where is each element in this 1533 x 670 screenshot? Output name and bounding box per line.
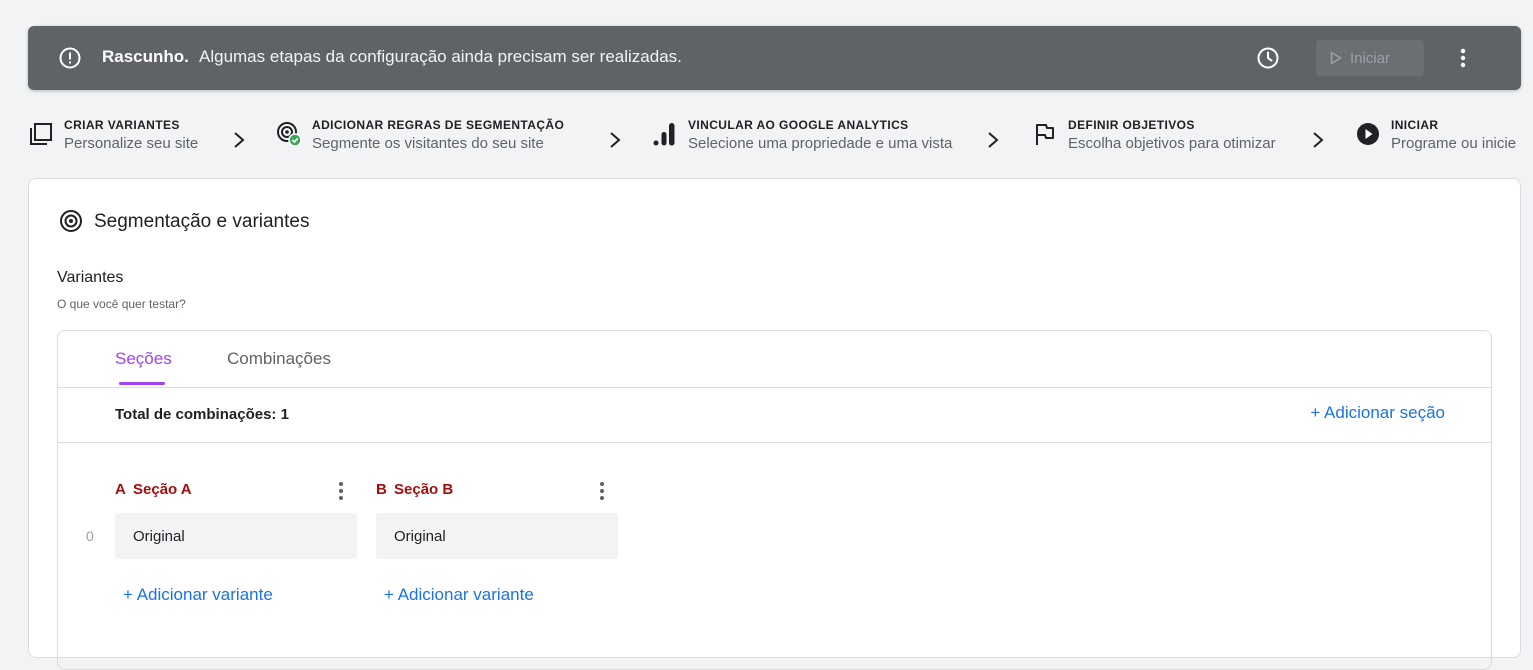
step-targeting-rules[interactable]: ADICIONAR REGRAS DE SEGMENTAÇÃO Segmente… [276, 118, 564, 152]
start-button-label: Iniciar [1350, 49, 1391, 67]
step-title: DEFINIR OBJETIVOS [1068, 118, 1195, 132]
banner-title: Rascunho. [102, 47, 189, 66]
variants-label: Variantes [57, 269, 124, 286]
start-button[interactable]: Iniciar [1316, 40, 1424, 76]
step-subtitle: Escolha objetivos para otimizar [1068, 135, 1276, 152]
step-create-variants[interactable]: CRIAR VARIANTES Personalize seu site [28, 118, 198, 152]
schedule-icon[interactable] [1256, 46, 1280, 70]
active-tab-indicator [119, 382, 165, 385]
section-name[interactable]: Seção B [394, 481, 453, 498]
card-title: Segmentação e variantes [94, 211, 310, 232]
target-check-icon [277, 122, 302, 147]
variant-cell[interactable]: Original [376, 513, 618, 559]
chevron-right-icon [1313, 132, 1324, 148]
step-define-goals[interactable]: DEFINIR OBJETIVOS Escolha objetivos para… [1032, 118, 1276, 152]
total-combinations: Total de combinações: 1 [115, 406, 289, 423]
section-header: B Seção B [376, 479, 618, 503]
chevron-right-icon [234, 132, 245, 148]
divider [58, 442, 1491, 443]
tab-combinations[interactable]: Combinações [227, 349, 331, 369]
add-section-button[interactable]: + Adicionar seção [1310, 403, 1445, 423]
section-header: A Seção A [115, 479, 357, 503]
copy-icon [30, 123, 52, 145]
tab-sections[interactable]: Seções [115, 349, 172, 369]
step-title: INICIAR [1391, 118, 1439, 132]
variant-cell[interactable]: Original [115, 513, 357, 559]
more-vert-icon[interactable] [333, 479, 349, 503]
row-index: 0 [86, 528, 94, 544]
section-column-b: B Seção B Original + Adicionar variante [376, 479, 618, 604]
step-start[interactable]: INICIAR Programe ou inicie [1355, 118, 1516, 152]
add-variant-button[interactable]: + Adicionar variante [384, 585, 534, 605]
info-icon [59, 47, 81, 69]
step-subtitle: Selecione uma propriedade e uma vista [688, 135, 953, 152]
variants-panel: Seções Combinações Total de combinações:… [57, 330, 1492, 670]
targeting-variants-card: Segmentação e variantes Variantes O que … [28, 178, 1521, 670]
chevron-right-icon [988, 132, 999, 148]
step-link-analytics[interactable]: VINCULAR AO GOOGLE ANALYTICS Selecione u… [652, 118, 952, 152]
section-column-a: A Seção A Original + Adicionar variante [115, 479, 357, 604]
section-name[interactable]: Seção A [133, 481, 192, 498]
analytics-icon [653, 123, 675, 146]
step-title: CRIAR VARIANTES [64, 118, 180, 132]
play-circle-icon [1357, 123, 1379, 145]
draft-banner: Rascunho. Algumas etapas da configuração… [28, 26, 1521, 90]
step-title: ADICIONAR REGRAS DE SEGMENTAÇÃO [312, 118, 565, 132]
section-letter: B [376, 481, 387, 498]
flag-icon [1036, 124, 1054, 145]
step-title: VINCULAR AO GOOGLE ANALYTICS [688, 118, 909, 132]
more-vert-icon[interactable] [1453, 46, 1473, 70]
step-subtitle: Segmente os visitantes do seu site [312, 135, 544, 152]
chevron-right-icon [610, 132, 621, 148]
setup-stepper: CRIAR VARIANTES Personalize seu site ADI… [0, 118, 1533, 158]
more-vert-icon[interactable] [594, 479, 610, 503]
step-subtitle: Programe ou inicie [1391, 135, 1517, 152]
add-variant-button[interactable]: + Adicionar variante [123, 585, 273, 605]
target-icon [60, 210, 82, 232]
divider [58, 387, 1491, 388]
section-letter: A [115, 481, 126, 498]
variants-subtitle: O que você quer testar? [57, 297, 186, 311]
banner-message: Algumas etapas da configuração ainda pre… [199, 47, 682, 66]
step-subtitle: Personalize seu site [64, 135, 199, 152]
play-icon [1330, 51, 1342, 65]
